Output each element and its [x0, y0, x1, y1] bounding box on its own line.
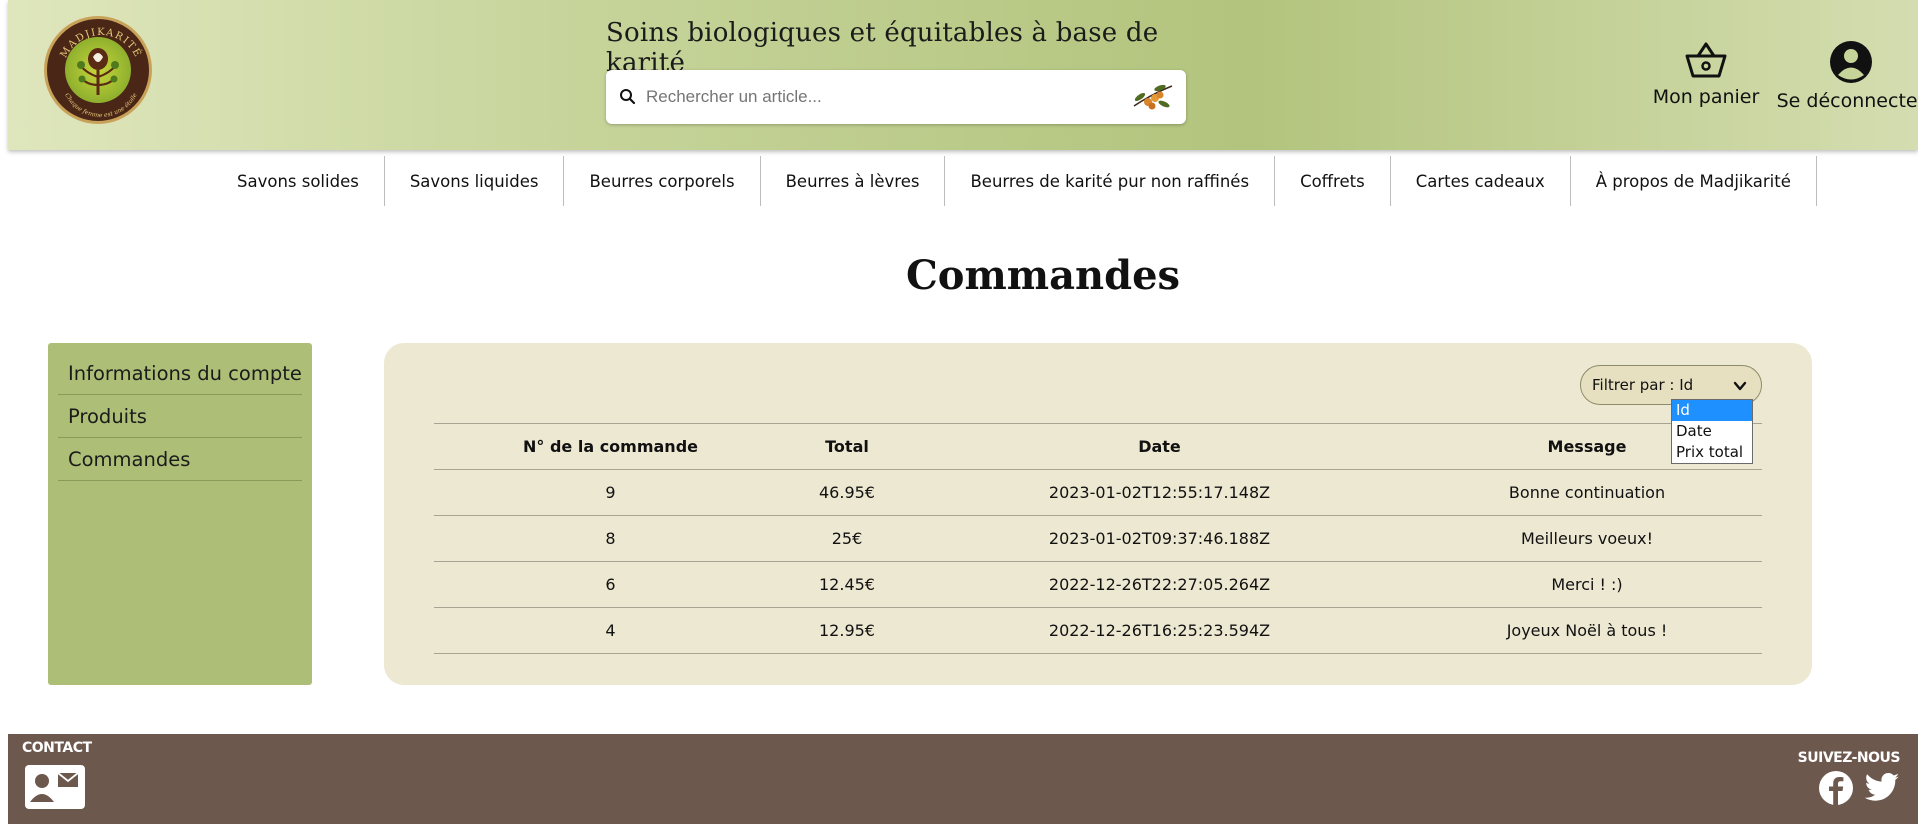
shea-fruit-icon — [1133, 84, 1173, 110]
search-bar — [606, 70, 1186, 124]
contact-label: CONTACT — [22, 740, 92, 756]
filter-option-prix-total[interactable]: Prix total — [1672, 442, 1752, 463]
sidebar-item-products[interactable]: Produits — [58, 395, 302, 438]
order-date-cell: 2022-12-26T16:25:23.594Z — [907, 607, 1412, 654]
order-total-cell: 12.45€ — [787, 561, 907, 608]
chevron-down-icon — [1733, 381, 1747, 391]
order-message-cell: Meilleurs voeux! — [1412, 515, 1762, 562]
order-date-cell: 2023-01-02T12:55:17.148Z — [907, 469, 1412, 516]
filter-option-id[interactable]: Id — [1672, 400, 1752, 421]
filter-option-date[interactable]: Date — [1672, 421, 1752, 442]
order-message-cell: Merci ! :) — [1412, 561, 1762, 608]
order-message-cell: Bonne continuation — [1412, 469, 1762, 516]
category-nav: Savons solides Savons liquides Beurres c… — [212, 156, 1817, 206]
order-number-cell: 8 — [434, 515, 787, 562]
logout-button[interactable]: Se déconnecter — [1776, 40, 1918, 112]
orders-panel: Filtrer par : Id Id Date Prix total N° d… — [384, 343, 1812, 685]
order-date-cell: 2023-01-02T09:37:46.188Z — [907, 515, 1412, 562]
order-total-cell: 12.95€ — [787, 607, 907, 654]
table-header-row: N° de la commande Total Date Message — [434, 423, 1762, 470]
order-total-cell: 46.95€ — [787, 469, 907, 516]
table-row[interactable]: 4 12.95€ 2022-12-26T16:25:23.594Z Joyeux… — [434, 607, 1762, 654]
nav-item-beurres-a-levres[interactable]: Beurres à lèvres — [761, 156, 946, 206]
logo-tree-icon — [65, 37, 131, 103]
contact-card-icon[interactable] — [24, 764, 86, 810]
cart-label: Mon panier — [1652, 86, 1760, 108]
site-header: MADJIKARITÉ Chaque femme est une étoile … — [8, 0, 1918, 150]
follow-label: SUIVEZ-NOUS — [1797, 750, 1901, 766]
column-header-order-number[interactable]: N° de la commande — [434, 423, 787, 470]
order-date-cell: 2022-12-26T22:27:05.264Z — [907, 561, 1412, 608]
nav-item-savons-liquides[interactable]: Savons liquides — [385, 156, 565, 206]
nav-item-a-propos[interactable]: À propos de Madjikarité — [1571, 156, 1817, 206]
nav-item-beurres-karite-pur[interactable]: Beurres de karité pur non raffinés — [945, 156, 1276, 206]
user-circle-icon — [1830, 41, 1872, 83]
facebook-icon[interactable] — [1818, 770, 1854, 806]
sidebar-item-account-info[interactable]: Informations du compte — [58, 352, 302, 395]
column-header-date[interactable]: Date — [907, 423, 1412, 470]
table-row[interactable]: 6 12.45€ 2022-12-26T22:27:05.264Z Merci … — [434, 561, 1762, 608]
search-icon[interactable] — [618, 87, 638, 107]
cart-button[interactable]: Mon panier — [1644, 40, 1768, 108]
account-sidebar: Informations du compte Produits Commande… — [48, 343, 312, 685]
site-footer: CONTACT SUIVEZ-NOUS — [8, 734, 1918, 824]
twitter-icon[interactable] — [1864, 772, 1900, 804]
nav-item-savons-solides[interactable]: Savons solides — [212, 156, 385, 206]
order-number-cell: 6 — [434, 561, 787, 608]
order-total-cell: 25€ — [787, 515, 907, 562]
order-message-cell: Joyeux Noël à tous ! — [1412, 607, 1762, 654]
filter-dropdown: Id Date Prix total — [1671, 399, 1753, 464]
site-tagline: Soins biologiques et équitables à base d… — [606, 18, 1159, 78]
filter-select-label: Filtrer par : Id — [1592, 376, 1694, 394]
order-number-cell: 4 — [434, 607, 787, 654]
nav-item-beurres-corporels[interactable]: Beurres corporels — [564, 156, 761, 206]
column-header-total[interactable]: Total — [787, 423, 907, 470]
logout-label: Se déconnecter — [1776, 90, 1918, 112]
madjikarite-logo[interactable]: MADJIKARITÉ Chaque femme est une étoile — [44, 16, 152, 124]
search-input[interactable] — [646, 80, 1116, 114]
sidebar-item-orders[interactable]: Commandes — [58, 438, 302, 481]
nav-item-cartes-cadeaux[interactable]: Cartes cadeaux — [1391, 156, 1571, 206]
table-row[interactable]: 8 25€ 2023-01-02T09:37:46.188Z Meilleurs… — [434, 515, 1762, 562]
basket-icon — [1685, 42, 1727, 78]
table-row[interactable]: 9 46.95€ 2023-01-02T12:55:17.148Z Bonne … — [434, 469, 1762, 516]
nav-item-coffrets[interactable]: Coffrets — [1275, 156, 1391, 206]
order-number-cell: 9 — [434, 469, 787, 516]
page-title: Commandes — [905, 252, 1181, 299]
orders-table: N° de la commande Total Date Message 9 4… — [434, 423, 1762, 654]
